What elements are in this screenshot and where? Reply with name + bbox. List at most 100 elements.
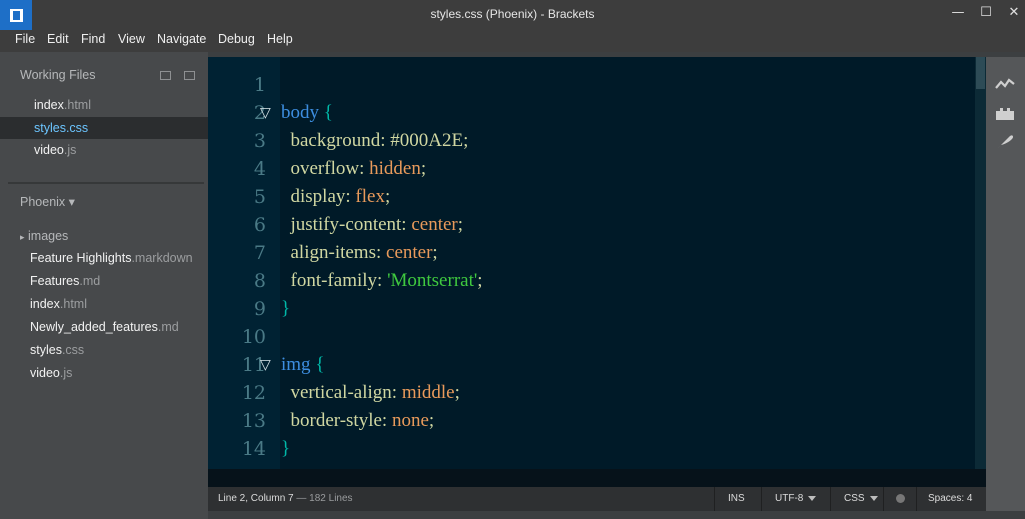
chevron-down-icon: [808, 495, 817, 501]
encoding-select[interactable]: UTF-8: [775, 493, 817, 504]
working-file-item[interactable]: index.html: [0, 94, 208, 116]
code-token: ;: [477, 270, 483, 291]
code-token: border-style:: [281, 410, 392, 431]
code-token: ;: [454, 382, 460, 403]
code-line: display: flex;: [281, 186, 391, 208]
linting-status-icon[interactable]: [896, 494, 905, 503]
code-line: overflow: hidden;: [281, 158, 427, 180]
line-number: 12: [241, 382, 266, 404]
project-title[interactable]: Phoenix ▾: [20, 194, 75, 209]
fold-toggle-icon[interactable]: ▽: [260, 105, 271, 121]
line-number: 7: [253, 242, 266, 264]
indent-setting[interactable]: Spaces: 4: [928, 493, 972, 504]
project-file-item[interactable]: Newly_added_features.md: [0, 316, 208, 338]
feather-icon[interactable]: [994, 133, 1016, 151]
project-file-item[interactable]: video.js: [0, 362, 208, 384]
code-token: center: [411, 214, 458, 235]
code-token: ;: [428, 410, 435, 431]
project-file-item[interactable]: styles.css: [0, 339, 208, 361]
menu-navigate[interactable]: Navigate: [157, 32, 206, 46]
line-number: 6: [253, 214, 266, 236]
code-token: display:: [281, 186, 356, 207]
code-token: ;: [420, 158, 427, 179]
minimize-button[interactable]: —: [944, 3, 972, 23]
live-preview-icon[interactable]: [994, 77, 1016, 95]
sidebar-divider: [8, 182, 204, 184]
working-files-split-icon[interactable]: [184, 71, 195, 80]
working-file-item-selected[interactable]: styles.css: [0, 117, 208, 139]
menu-edit[interactable]: Edit: [47, 32, 69, 46]
code-line: font-family: 'Montserrat';: [281, 270, 483, 292]
chevron-down-icon: ▾: [68, 195, 75, 209]
line-number: 5: [253, 186, 266, 208]
code-token: background:: [281, 130, 391, 151]
code-token: ;: [463, 130, 469, 151]
working-file-item[interactable]: video.js: [0, 139, 208, 161]
scrollbar-thumb[interactable]: [976, 57, 985, 89]
code-line: border-style: none;: [281, 410, 435, 432]
code-line: }: [281, 298, 290, 320]
project-file-item[interactable]: Features.md: [0, 270, 208, 292]
code-token: {: [315, 354, 325, 375]
menu-find[interactable]: Find: [81, 32, 105, 46]
folder-images[interactable]: ▸ images: [20, 229, 68, 243]
line-number: 10: [241, 326, 266, 348]
code-token: none: [391, 410, 429, 431]
code-token: vertical-align:: [281, 382, 402, 403]
chevron-right-icon: ▸: [20, 232, 25, 242]
menu-help[interactable]: Help: [267, 32, 293, 46]
menu-file[interactable]: File: [15, 32, 35, 46]
code-line: background: #000A2E;: [281, 130, 469, 152]
cursor-position: Line 2, Column 7 — 182 Lines: [218, 493, 353, 504]
code-token: middle: [401, 382, 455, 403]
code-token: #000A2E: [390, 130, 464, 151]
code-token: body: [281, 102, 324, 123]
window-title: styles.css (Phoenix) - Brackets: [430, 7, 595, 21]
code-line: img {: [281, 354, 324, 376]
code-line: vertical-align: middle;: [281, 382, 460, 404]
code-token: }: [281, 438, 291, 459]
horizontal-scrollbar[interactable]: [208, 469, 986, 487]
vertical-scrollbar[interactable]: [975, 57, 986, 469]
code-token: font-family:: [281, 270, 388, 291]
code-token: {: [323, 102, 333, 123]
maximize-button[interactable]: ☐: [972, 3, 1000, 23]
code-token: ;: [384, 186, 391, 207]
chevron-down-icon: [869, 495, 878, 501]
status-bar: Line 2, Column 7 — 182 Lines INS UTF-8 C…: [208, 487, 986, 511]
project-file-item[interactable]: Feature Highlights.markdown: [0, 247, 208, 269]
code-editor[interactable]: 1 2 ▽ body {3 background: #000A2E; 4 overflo…: [208, 57, 986, 469]
line-number: 1: [253, 74, 266, 96]
fold-toggle-icon[interactable]: ▽: [260, 357, 271, 373]
project-file-item[interactable]: index.html: [0, 293, 208, 315]
line-number: 3: [253, 130, 266, 152]
code-token: 'Montserrat': [387, 270, 478, 291]
menu-view[interactable]: View: [118, 32, 145, 46]
extension-manager-icon[interactable]: [994, 105, 1016, 123]
code-token: justify-content:: [281, 214, 412, 235]
right-toolbar: [986, 57, 1025, 511]
code-token: center: [386, 242, 433, 263]
menu-bar: File Edit Find View Navigate Debug Help: [0, 30, 1025, 52]
working-files-title: Working Files: [20, 68, 96, 82]
line-number: 9: [253, 298, 266, 320]
menu-debug[interactable]: Debug: [218, 32, 255, 46]
line-number: 2: [253, 102, 266, 124]
working-files-settings-icon[interactable]: [160, 71, 171, 80]
code-token: }: [281, 298, 291, 319]
code-token: overflow:: [281, 158, 370, 179]
code-token: img: [281, 354, 316, 375]
close-button[interactable]: ✕: [1000, 3, 1025, 23]
code-token: ;: [457, 214, 464, 235]
line-number: 11: [241, 354, 266, 376]
line-number: 14: [241, 438, 266, 460]
code-line: justify-content: center;: [281, 214, 464, 236]
code-line: }: [281, 438, 290, 460]
insert-mode-toggle[interactable]: INS: [728, 493, 745, 504]
code-token: hidden: [369, 158, 421, 179]
code-token: flex: [355, 186, 385, 207]
code-token: align-items:: [281, 242, 387, 263]
code-line: align-items: center;: [281, 242, 438, 264]
language-select[interactable]: CSS: [844, 493, 878, 504]
line-number: 8: [253, 270, 266, 292]
